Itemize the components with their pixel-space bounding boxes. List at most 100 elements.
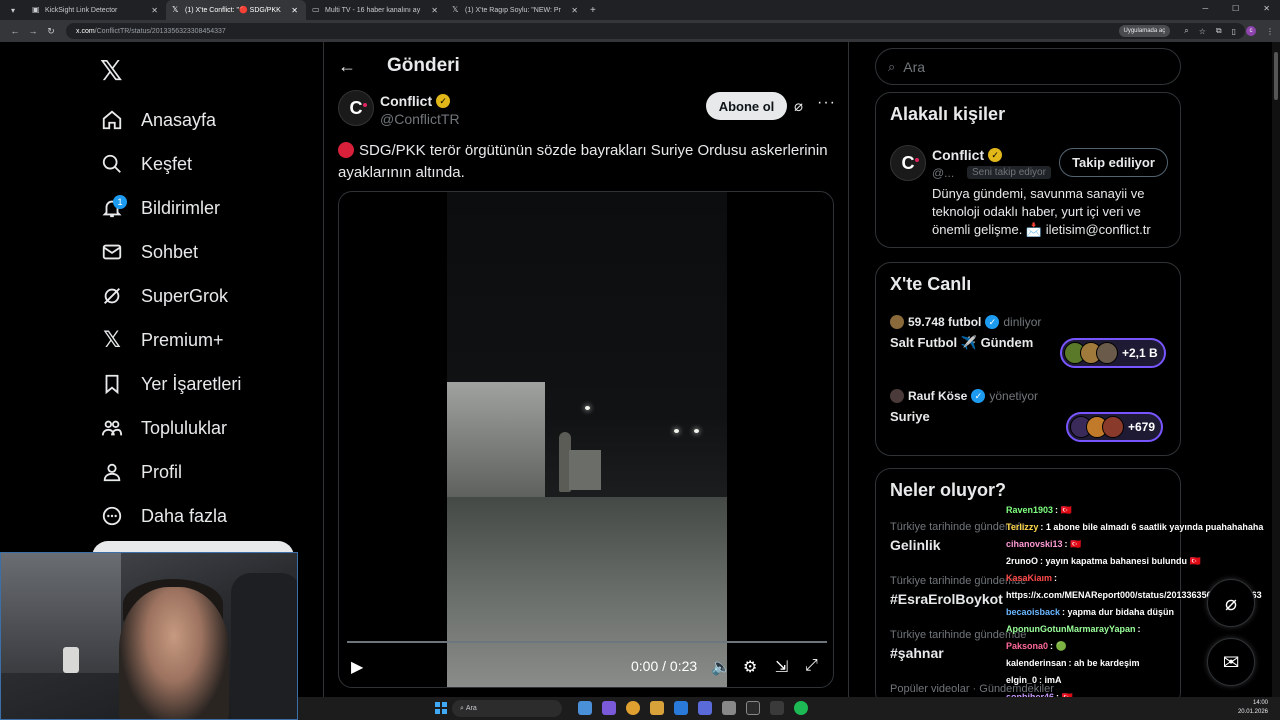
windows-start-icon[interactable] [435, 702, 447, 714]
settings-gear-icon[interactable]: ⚙ [743, 657, 757, 677]
chat-username[interactable]: kalenderinsan [1006, 658, 1067, 668]
chat-username[interactable]: Raven1903 [1006, 505, 1053, 515]
browser-tab-2[interactable]: 𝕏 (1) X'te Conflict: "🔴 SDG/PKK ✕ [166, 0, 306, 20]
related-handle[interactable]: @... [932, 166, 954, 180]
reload-icon[interactable]: ↻ [42, 26, 60, 37]
copilot-icon[interactable] [602, 701, 616, 715]
sidebar-item-profile[interactable]: Profil [100, 450, 300, 494]
chat-username[interactable]: Paksona0 [1006, 641, 1048, 651]
video-light [585, 406, 590, 410]
sidebar-item-notifications[interactable]: 1 Bildirimler [100, 186, 300, 230]
live-listeners-pill[interactable]: +2,1 B [1060, 338, 1166, 368]
play-icon[interactable]: ▶ [351, 657, 363, 677]
chat-username[interactable]: 2runoO [1006, 556, 1038, 566]
grok-fab-button[interactable]: ⌀ [1207, 579, 1255, 627]
sidebar-item-premium[interactable]: 𝕏 Premium+ [100, 318, 300, 362]
scrollbar-thumb[interactable] [1274, 52, 1278, 100]
chat-username[interactable]: KasaKiaım [1006, 573, 1052, 583]
webcam-chair [231, 573, 297, 719]
tab-close-icon[interactable]: ✕ [151, 6, 158, 15]
chat-username[interactable]: elgin_0 [1006, 675, 1037, 685]
subscribe-button[interactable]: Abone ol [706, 92, 787, 120]
author-name[interactable]: Conflict ✓ [380, 93, 451, 109]
extensions-icon[interactable]: ⧉ [1216, 26, 1222, 36]
browser-tab-1[interactable]: ▣ KickSight Link Detector ✕ [26, 0, 166, 20]
discord-icon[interactable] [698, 701, 712, 715]
taskview-icon[interactable] [578, 701, 592, 715]
sidebar-item-communities[interactable]: Topluluklar [100, 406, 300, 450]
chat-username[interactable]: cihanovski13 [1006, 539, 1063, 549]
messages-fab-button[interactable]: ✉ [1207, 638, 1255, 686]
video-light [674, 429, 679, 433]
star-icon[interactable]: ☆ [1199, 27, 1206, 36]
tab-close-icon[interactable]: ✕ [571, 6, 578, 15]
listener-count: +2,1 B [1122, 346, 1158, 360]
new-tab-icon[interactable]: + [590, 5, 596, 16]
chat-text: : yapma dur bidaha düşün [1062, 607, 1175, 617]
sidebar-item-label: Bildirimler [141, 197, 221, 218]
browser-tab-4[interactable]: 𝕏 (1) X'te Ragıp Soylu: "NEW: Pr ✕ [446, 0, 586, 20]
chat-text: : 🇹🇷 [1055, 505, 1072, 515]
back-arrow-icon[interactable]: ← [338, 56, 356, 77]
zoom-icon[interactable]: ⌕ [1184, 26, 1188, 36]
news-title: Neler oluyor? [890, 480, 1007, 500]
author-handle[interactable]: @ConflictTR [380, 111, 460, 127]
following-button[interactable]: Takip ediliyor [1059, 148, 1168, 177]
tab-close-icon[interactable]: ✕ [291, 6, 298, 15]
sidebar-item-home[interactable]: Anasayfa [100, 98, 300, 142]
x-favicon-icon: 𝕏 [172, 5, 179, 14]
app-icon[interactable] [770, 701, 784, 715]
tab-close-icon[interactable]: ✕ [431, 6, 438, 15]
grok-icon[interactable]: ⌀ [794, 97, 803, 115]
open-in-app-button[interactable]: Uygulamada aç [1118, 25, 1171, 37]
app-icon[interactable] [722, 701, 736, 715]
more-options-icon[interactable]: ··· [817, 94, 836, 112]
fullscreen-icon[interactable]: ⤢ [805, 657, 818, 675]
video-player[interactable]: ▶ 0:00 / 0:23 🔈 ⚙ ⇲ ⤢ [338, 191, 834, 688]
tab-search-icon[interactable]: ▾ [6, 3, 20, 17]
chat-text: : 🇹🇷 [1064, 539, 1082, 549]
scrollbar-track[interactable] [1272, 42, 1280, 697]
chrome-icon[interactable] [626, 701, 640, 715]
close-window-icon[interactable]: ✕ [1263, 4, 1270, 13]
browser-menu-icon[interactable]: ⋮ [1266, 27, 1274, 36]
chat-username[interactable]: becaoisback [1006, 607, 1060, 617]
folder-icon[interactable] [650, 701, 664, 715]
taskbar-clock: 14:00 20.01.2026 [1238, 699, 1268, 717]
video-progress-bar[interactable] [347, 641, 827, 643]
sidebar-item-more[interactable]: Daha fazla [100, 494, 300, 538]
sidebar-item-supergrok[interactable]: SuperGrok [100, 274, 300, 318]
sidebar-item-chat[interactable]: Sohbet [100, 230, 300, 274]
author-avatar[interactable]: C [338, 90, 374, 126]
minimize-icon[interactable]: ─ [1202, 4, 1208, 13]
author-name-text: Conflict [380, 93, 433, 109]
store-icon[interactable] [674, 701, 688, 715]
popout-icon[interactable]: ⇲ [775, 657, 788, 677]
chat-text: : imA [1039, 675, 1062, 685]
forward-icon[interactable]: → [24, 26, 42, 36]
obs-icon[interactable] [746, 701, 760, 715]
red-circle-icon [338, 142, 354, 158]
sidepanel-icon[interactable]: ▯ [1232, 27, 1236, 36]
profile-avatar[interactable]: c [1246, 26, 1256, 36]
maximize-icon[interactable]: ☐ [1232, 4, 1239, 13]
chat-username[interactable]: AponunGotunMarmarayYapan [1006, 624, 1136, 634]
communities-icon [100, 416, 124, 440]
clock-date: 20.01.2026 [1237, 709, 1268, 715]
volume-icon[interactable]: 🔈 [711, 657, 731, 677]
verified-badge-icon: ✓ [988, 148, 1003, 162]
x-logo-icon[interactable]: 𝕏 [100, 54, 123, 87]
back-icon[interactable]: ← [6, 26, 24, 36]
browser-tab-3[interactable]: ▭ Multi TV - 16 haber kanalını ay ✕ [306, 0, 446, 20]
spotify-icon[interactable] [794, 701, 808, 715]
url-field[interactable]: x.com/ConflictTR/status/2013356323308454… [66, 23, 1245, 39]
chat-username[interactable]: Terlizzy [1006, 522, 1038, 532]
related-avatar[interactable]: C [890, 145, 926, 181]
live-listeners-pill[interactable]: +679 [1066, 412, 1164, 442]
search-input[interactable]: ⌕ Ara [875, 48, 1181, 85]
related-name[interactable]: Conflict ✓ [932, 147, 1003, 163]
sidebar-item-explore[interactable]: Keşfet [100, 142, 300, 186]
taskbar-search[interactable]: ⌕ Ara [452, 700, 562, 717]
sidebar-item-bookmarks[interactable]: Yer İşaretleri [100, 362, 300, 406]
host-role: yönetiyor [989, 389, 1039, 403]
